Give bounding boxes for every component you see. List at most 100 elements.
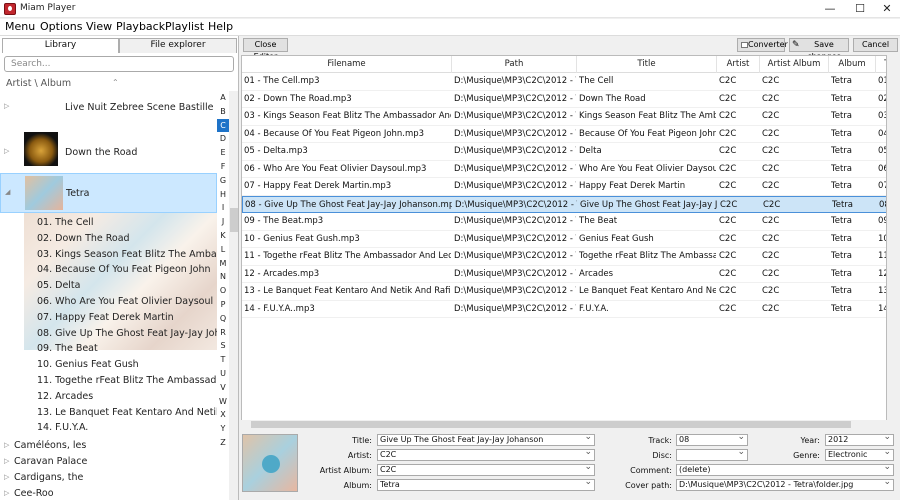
scrollbar-thumb[interactable] — [251, 421, 851, 428]
track-list-item[interactable]: 11. Togethe rFeat Blitz The Ambassador — [0, 373, 217, 389]
alphabet-letter[interactable]: I — [217, 201, 229, 215]
track-list-item[interactable]: 01. The Cell — [0, 215, 217, 231]
scrollbar-thumb[interactable] — [230, 208, 238, 232]
alphabet-letter[interactable]: D — [217, 132, 229, 146]
year-field[interactable]: 2012 — [825, 434, 894, 446]
alphabet-letter[interactable]: Z — [217, 436, 229, 450]
track-list-item[interactable]: 06. Who Are You Feat Olivier Daysoul — [0, 294, 217, 310]
track-list-item[interactable]: 12. Arcades — [0, 389, 217, 405]
menu-menu[interactable]: Menu — [5, 20, 35, 33]
tab-library[interactable]: Library — [2, 38, 119, 53]
album-item[interactable]: ▷ Down the Road — [0, 144, 217, 160]
cancel-button[interactable]: Cancel — [853, 38, 898, 52]
alphabet-letter[interactable]: B — [217, 105, 229, 119]
cover-path-field[interactable]: D:\Musique\MP3\C2C\2012 - Tetra\folder.j… — [676, 479, 894, 491]
alphabet-letter[interactable]: J — [217, 215, 229, 229]
expand-icon[interactable]: ▷ — [4, 441, 9, 449]
table-horizontal-scrollbar[interactable] — [241, 420, 887, 429]
alphabet-letter[interactable]: L — [217, 243, 229, 257]
alphabet-letter[interactable]: N — [217, 270, 229, 284]
table-row[interactable]: 02 - Down The Road.mp3 D:\Musique\MP3\C2C… — [242, 90, 886, 108]
album-field[interactable]: Tetra — [377, 479, 595, 491]
column-header[interactable]: Artist — [717, 56, 760, 73]
title-field[interactable]: Give Up The Ghost Feat Jay-Jay Johanson — [377, 434, 595, 446]
track-list-item[interactable]: 07. Happy Feat Derek Martin — [0, 310, 217, 326]
track-list-item[interactable]: 03. Kings Season Feat Blitz The Ambass..… — [0, 247, 217, 263]
menu-help[interactable]: Help — [208, 20, 233, 33]
save-changes-button[interactable]: Save changes✎ — [789, 38, 849, 61]
minimize-button[interactable]: — — [815, 0, 845, 18]
menu-view[interactable]: View — [86, 20, 112, 33]
alphabet-letter[interactable]: X — [217, 408, 229, 422]
album-cover-image[interactable] — [242, 434, 298, 492]
alphabet-letter[interactable]: O — [217, 284, 229, 298]
table-row[interactable]: 01 - The Cell.mp3 D:\Musique\MP3\C2C\2012… — [242, 73, 886, 91]
table-row[interactable]: 03 - Kings Season Feat Blitz The Ambassa… — [242, 108, 886, 126]
alphabet-letter[interactable]: H — [217, 188, 229, 202]
search-input[interactable]: Search... — [4, 56, 234, 72]
table-row[interactable]: 07 - Happy Feat Derek Martin.mp3 D:\Musiq… — [242, 178, 886, 196]
genre-field[interactable]: Electronic — [825, 449, 894, 461]
alphabet-letter[interactable]: E — [217, 146, 229, 160]
alphabet-letter[interactable]: S — [217, 339, 229, 353]
table-vertical-scrollbar[interactable] — [888, 55, 900, 428]
alphabet-letter[interactable]: K — [217, 229, 229, 243]
alphabet-letter[interactable]: Y — [217, 422, 229, 436]
artist-field[interactable]: C2C — [377, 449, 595, 461]
collapse-icon[interactable]: ◢ — [5, 188, 10, 196]
track-list-item[interactable]: 02. Down The Road — [0, 231, 217, 247]
artist-item[interactable]: ▷ Cee-Roo — [0, 486, 217, 500]
track-list-item[interactable]: 09. The Beat — [0, 341, 217, 357]
sort-up-icon[interactable]: ⌃ — [112, 78, 119, 87]
expand-icon[interactable]: ▷ — [4, 457, 9, 465]
alphabet-letter[interactable]: V — [217, 381, 229, 395]
comment-field[interactable]: (delete) — [676, 464, 894, 476]
expand-icon[interactable]: ▷ — [4, 489, 9, 497]
table-row[interactable]: 09 - The Beat.mp3 D:\Musique\MP3\C2C\2012… — [242, 213, 886, 231]
left-scrollbar[interactable] — [229, 91, 238, 500]
close-button[interactable]: ✕ — [872, 0, 900, 18]
track-list-item[interactable]: 08. Give Up The Ghost Feat Jay-Jay Joh..… — [0, 326, 217, 342]
alphabet-letter[interactable]: M — [217, 257, 229, 271]
hierarchy-label[interactable]: Artist \ Album — [6, 78, 71, 89]
track-list-item[interactable]: 05. Delta — [0, 278, 217, 294]
table-row[interactable]: 04 - Because Of You Feat Pigeon John.mp3… — [242, 125, 886, 143]
table-row[interactable]: 11 - Togethe rFeat Blitz The Ambassador … — [242, 248, 886, 266]
tab-file-explorer[interactable]: File explorer — [119, 38, 237, 53]
alphabet-letter[interactable]: P — [217, 298, 229, 312]
alphabet-letter[interactable]: U — [217, 367, 229, 381]
menu-playback[interactable]: Playback — [116, 20, 165, 33]
table-row[interactable]: 06 - Who Are You Feat Olivier Daysoul.mp… — [242, 160, 886, 178]
track-list-item[interactable]: 14. F.U.Y.A. — [0, 420, 217, 436]
artist-item[interactable]: ▷ Cardigans, the — [0, 470, 217, 486]
table-row[interactable]: 08 - Give Up The Ghost Feat Jay-Jay Joha… — [242, 195, 886, 213]
menu-playlist[interactable]: Playlist — [165, 20, 204, 33]
expand-icon[interactable]: ▷ — [4, 473, 9, 481]
track-list-item[interactable]: 10. Genius Feat Gush — [0, 357, 217, 373]
converter-button[interactable]: Converter — [737, 38, 788, 52]
column-header[interactable]: Album — [829, 56, 876, 73]
alphabet-letter[interactable]: G — [217, 174, 229, 188]
album-item-selected[interactable]: ◢ Tetra — [0, 173, 217, 213]
column-header[interactable]: Title — [577, 56, 717, 73]
artist-item[interactable]: ▷ Caravan Palace — [0, 454, 217, 470]
alphabet-letter[interactable]: R — [217, 326, 229, 340]
disc-field[interactable] — [676, 449, 748, 461]
column-header[interactable]: Artist Album — [760, 56, 829, 73]
close-editor-button[interactable]: Close Editor — [243, 38, 288, 61]
column-header[interactable]: Tra — [876, 56, 886, 73]
table-row[interactable]: 12 - Arcades.mp3 D:\Musique\MP3\C2C\2012 … — [242, 265, 886, 283]
artist-album-field[interactable]: C2C — [377, 464, 595, 476]
artist-item[interactable]: ▷ Caméléons, les — [0, 438, 217, 454]
maximize-button[interactable]: ☐ — [845, 0, 875, 18]
alphabet-letter[interactable]: W — [217, 395, 229, 409]
column-header[interactable]: Path — [452, 56, 577, 73]
alphabet-letter[interactable]: T — [217, 353, 229, 367]
column-header[interactable]: Filename — [242, 56, 452, 73]
expand-icon[interactable]: ▷ — [4, 147, 9, 155]
menu-options[interactable]: Options — [40, 20, 82, 33]
track-list-item[interactable]: 04. Because Of You Feat Pigeon John — [0, 262, 217, 278]
track-list-item[interactable]: 13. Le Banquet Feat Kentaro And Netik ..… — [0, 405, 217, 421]
table-row[interactable]: 10 - Genius Feat Gush.mp3 D:\Musique\MP3\… — [242, 230, 886, 248]
track-field[interactable]: 08 — [676, 434, 748, 446]
